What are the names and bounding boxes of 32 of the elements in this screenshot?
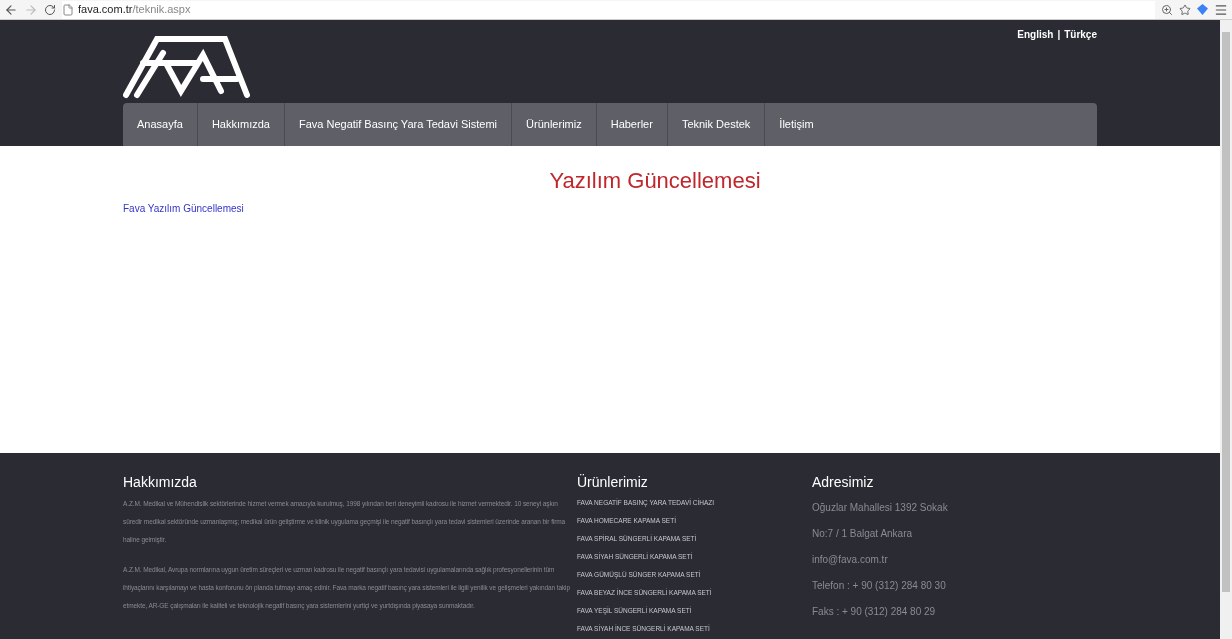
download-link[interactable]: Fava Yazılım Güncellemesi (123, 201, 244, 216)
bookmark-star-icon[interactable] (1179, 3, 1191, 16)
turkish-link[interactable]: Türkçe (1064, 27, 1097, 101)
nav-link[interactable]: Ürünlerimiz (512, 103, 597, 146)
about-heading: Hakkımızda (123, 475, 198, 489)
address-heading: Adresimiz (812, 475, 875, 489)
language-separator: | (1057, 28, 1061, 42)
back-icon[interactable] (4, 2, 18, 17)
address-line: No:7 / 1 Balgat Ankara (812, 527, 914, 541)
extension-icon[interactable] (1197, 4, 1208, 15)
english-link[interactable]: English (1017, 27, 1054, 101)
page-title: Yazılım Güncellemesi (549, 170, 761, 192)
scrollbar-thumb[interactable] (1222, 32, 1230, 592)
address-bar[interactable]: fava.com.tr/teknik.aspx (62, 0, 1155, 19)
nav-link[interactable]: Fava Negatif Basınç Yara Tedavi Sistemi (284, 103, 513, 146)
address-line: Telefon : + 90 (312) 284 80 30 (812, 579, 947, 593)
page-icon (62, 3, 74, 16)
reload-icon[interactable] (44, 3, 56, 16)
nav-link[interactable]: Hakkımızda (197, 103, 285, 146)
forward-icon[interactable] (24, 2, 38, 17)
scrollbar[interactable] (1220, 20, 1232, 639)
menu-icon[interactable] (1214, 2, 1228, 17)
nav-link[interactable]: Haberler (596, 103, 668, 146)
address-line: Faks : + 90 (312) 284 80 29 (812, 605, 937, 619)
nav-link[interactable]: Teknik Destek (667, 103, 766, 146)
nav-link[interactable]: İletişim (765, 103, 828, 146)
address-line: Oğuzlar Mahallesi 1392 Sokak (812, 501, 948, 515)
address-line: info@fava.com.tr (812, 553, 889, 567)
nav-link[interactable]: Anasayfa (123, 103, 198, 146)
products-heading: Ürünlerimiz (577, 475, 649, 489)
url-text: fava.com.tr/teknik.aspx (78, 2, 191, 18)
zoom-icon[interactable] (1161, 3, 1173, 16)
